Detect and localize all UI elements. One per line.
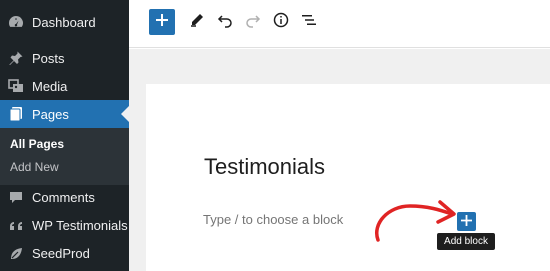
sidebar-item-label: SeedProd [32, 245, 90, 261]
sidebar-item-dashboard[interactable]: Dashboard [0, 8, 129, 36]
redo-button[interactable] [240, 9, 266, 35]
sidebar-item-label: Posts [32, 50, 65, 66]
sidebar-item-label: Dashboard [32, 14, 96, 30]
leaf-icon [8, 245, 24, 261]
undo-icon [217, 12, 233, 33]
plus-icon [155, 13, 169, 32]
admin-sidebar: Dashboard Posts Media Pages All Pages Ad… [0, 0, 129, 271]
submenu-all-pages[interactable]: All Pages [10, 137, 64, 151]
pin-icon [8, 50, 24, 66]
page-title[interactable]: Testimonials [204, 154, 325, 180]
comment-icon [8, 189, 24, 205]
info-icon [273, 12, 289, 33]
sidebar-item-label: WP Testimonials [32, 217, 128, 233]
quote-icon [8, 217, 24, 233]
list-view-button[interactable] [296, 9, 322, 35]
tools-button[interactable] [184, 9, 210, 35]
list-view-icon [301, 12, 317, 33]
editor-toolbar [129, 0, 550, 48]
add-block-toggle-button[interactable] [149, 9, 175, 35]
details-button[interactable] [268, 9, 294, 35]
add-block-button[interactable] [457, 212, 476, 231]
redo-icon [245, 12, 261, 33]
block-placeholder[interactable]: Type / to choose a block [203, 212, 343, 227]
sidebar-item-comments[interactable]: Comments [0, 183, 129, 211]
add-block-tooltip: Add block [437, 233, 495, 250]
sidebar-item-wp-testimonials[interactable]: WP Testimonials [0, 211, 129, 239]
pages-icon [8, 106, 24, 122]
undo-button[interactable] [212, 9, 238, 35]
sidebar-item-pages[interactable]: Pages [0, 100, 129, 128]
active-indicator [121, 106, 129, 122]
sidebar-item-media[interactable]: Media [0, 72, 129, 100]
sidebar-item-label: Comments [32, 189, 95, 205]
dashboard-icon [8, 14, 24, 30]
sidebar-item-seedprod[interactable]: SeedProd [0, 239, 129, 267]
plus-icon [461, 213, 472, 231]
media-icon [8, 78, 24, 94]
pages-submenu: All Pages Add New [0, 128, 129, 185]
sidebar-item-label: Pages [32, 106, 69, 122]
pencil-icon [189, 12, 205, 33]
sidebar-item-posts[interactable]: Posts [0, 44, 129, 72]
sidebar-item-label: Media [32, 78, 68, 94]
submenu-add-new[interactable]: Add New [10, 160, 59, 174]
